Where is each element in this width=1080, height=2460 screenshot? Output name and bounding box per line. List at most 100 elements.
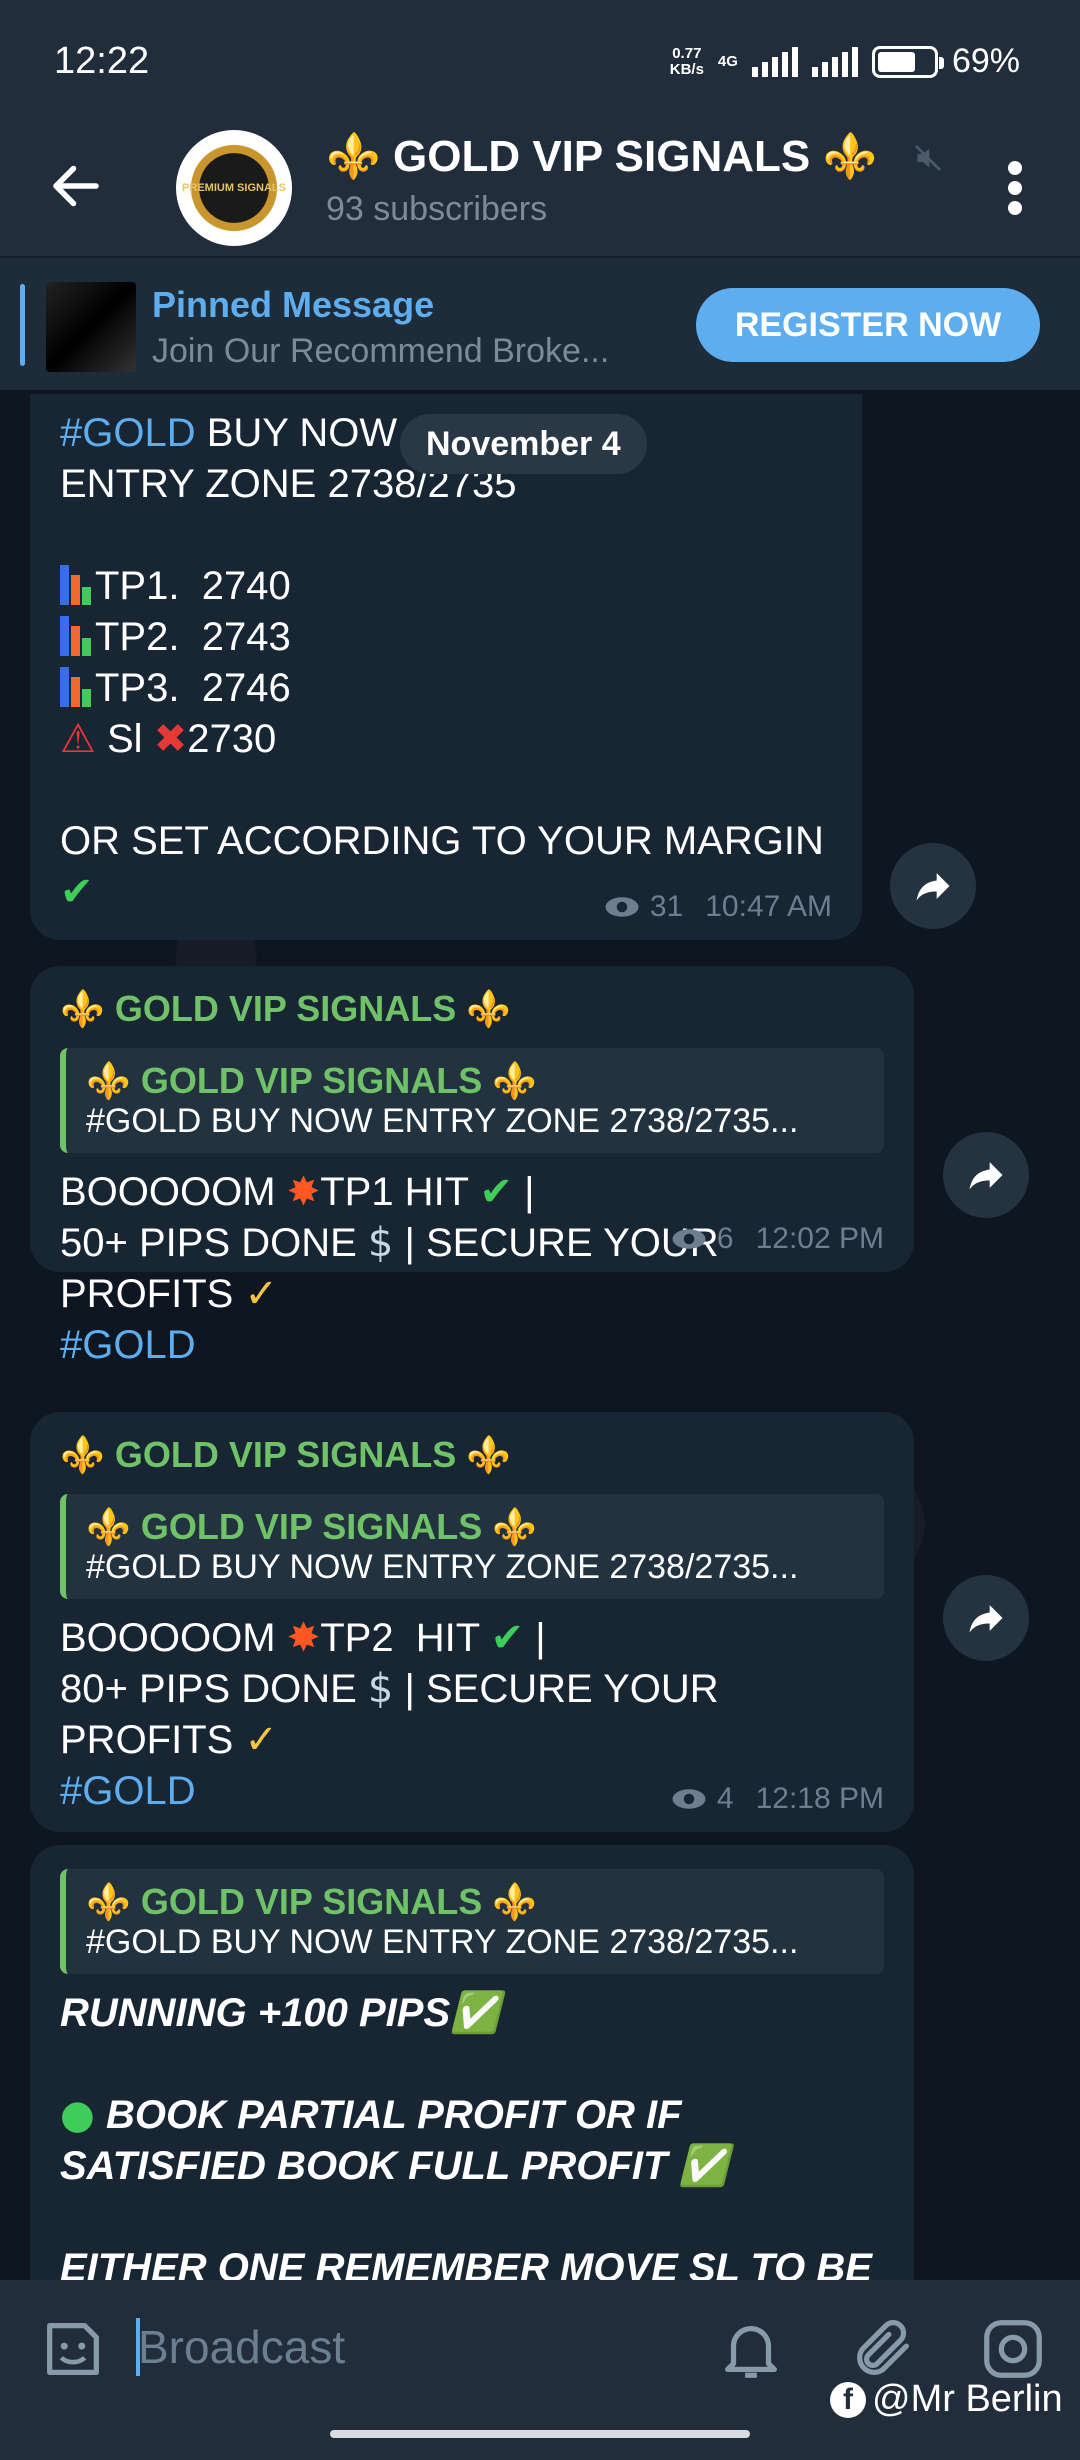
status-time: 12:22 <box>54 40 150 82</box>
green-circle-icon: ● <box>60 2092 95 2138</box>
text-span: PROFITS <box>60 1718 245 1762</box>
message-sender[interactable]: ⚜️ GOLD VIP SIGNALS ⚜️ <box>60 988 884 1030</box>
warning-icon: ⚠ <box>60 716 96 762</box>
message-meta: 6 12:02 PM <box>671 1222 884 1256</box>
pinned-thumbnail <box>46 282 136 372</box>
checkmark-icon: ✔ <box>479 1169 514 1215</box>
reply-quote[interactable]: ⚜️ GOLD VIP SIGNALS ⚜️ #GOLD BUY NOW ENT… <box>60 1048 884 1153</box>
message-bubble[interactable]: #GOLD BUY NOW ENTRY ZONE 2738/2735 TP1. … <box>30 394 862 940</box>
channel-title[interactable]: ⚜️ GOLD VIP SIGNALS ⚜️ <box>326 130 877 182</box>
register-now-button[interactable]: REGISTER NOW <box>696 288 1040 362</box>
checkmark-icon: ✔ <box>490 1615 525 1661</box>
text-span: 2730 <box>187 717 277 761</box>
view-count: 31 <box>649 890 684 923</box>
subscriber-count: 93 subscribers <box>326 190 548 228</box>
share-icon <box>969 1605 1003 1633</box>
reply-quote[interactable]: ⚜️ GOLD VIP SIGNALS ⚜️ #GOLD BUY NOW ENT… <box>60 1494 884 1599</box>
text-span: | <box>513 1170 535 1214</box>
explosion-icon: ✸ <box>286 1615 321 1661</box>
text-span: | <box>524 1616 546 1660</box>
attach-icon[interactable] <box>848 2314 918 2384</box>
camera-icon[interactable] <box>978 2314 1048 2384</box>
signal-icon-2 <box>811 46 858 77</box>
pinned-title: Pinned Message <box>152 284 435 325</box>
more-menu-icon[interactable] <box>1000 158 1030 218</box>
bell-icon[interactable] <box>716 2314 786 2384</box>
speed-unit: KB/s <box>669 60 704 78</box>
text-span: EITHER ONE REMEMBER MOVE SL TO BE <box>60 2246 872 2280</box>
text-span: TP3. 2746 <box>95 666 291 710</box>
check-mark-icon: ✓ <box>244 1271 278 1317</box>
quote-sender: ⚜️ GOLD VIP SIGNALS ⚜️ <box>86 1060 538 1101</box>
back-arrow-icon[interactable] <box>46 156 106 216</box>
check-box-icon: ✅ <box>678 2143 729 2189</box>
message-bubble[interactable]: ⚜️ GOLD VIP SIGNALS ⚜️ ⚜️ GOLD VIP SIGNA… <box>30 966 914 1367</box>
hashtag-link[interactable]: #GOLD <box>60 1323 196 1367</box>
message-bubble[interactable]: ⚜️ GOLD VIP SIGNALS ⚜️ ⚜️ GOLD VIP SIGNA… <box>30 1412 914 1832</box>
quote-text: #GOLD BUY NOW ENTRY ZONE 2738/2735... <box>86 1923 799 1961</box>
chart-emoji-icon <box>60 616 91 656</box>
message-time: 12:02 PM <box>755 1222 884 1255</box>
input-bar: Broadcast f @Mr Berlin <box>0 2280 1080 2460</box>
network-type: 4G <box>717 53 738 70</box>
chart-emoji-icon <box>60 667 91 707</box>
text-span: TP2 HIT <box>320 1616 491 1660</box>
message-text: #GOLD BUY NOW ENTRY ZONE 2738/2735 TP1. … <box>60 408 832 918</box>
text-span: TP1 HIT <box>320 1170 480 1214</box>
share-icon <box>969 1162 1003 1190</box>
message-input[interactable]: Broadcast <box>138 2320 345 2374</box>
channel-avatar[interactable]: PREMIUM SIGNALS <box>176 130 292 246</box>
share-button[interactable] <box>890 843 976 929</box>
hashtag-link[interactable]: #GOLD <box>60 411 196 455</box>
message-sender[interactable]: ⚜️ GOLD VIP SIGNALS ⚜️ <box>60 1434 884 1476</box>
home-indicator[interactable] <box>330 2430 750 2438</box>
muted-icon <box>915 145 941 171</box>
battery-percentage: 69% <box>951 42 1020 80</box>
share-button[interactable] <box>943 1132 1029 1218</box>
dollar-icon: $ <box>367 1666 394 1712</box>
watermark: f @Mr Berlin <box>830 2378 1063 2421</box>
dollar-icon: $ <box>367 1220 394 1266</box>
channel-header: PREMIUM SIGNALS ⚜️ GOLD VIP SIGNALS ⚜️ 9… <box>0 130 1080 256</box>
quote-sender: ⚜️ GOLD VIP SIGNALS ⚜️ <box>86 1506 538 1547</box>
text-span: | SECURE YOUR <box>393 1221 719 1265</box>
checkmark-icon: ✔ <box>60 869 94 915</box>
message-meta: 31 10:47 AM <box>604 890 832 924</box>
text-span: Sl <box>106 717 143 761</box>
message-time: 10:47 AM <box>705 890 832 923</box>
status-indicators: 0.77 KB/s 4G 69% <box>670 42 1020 81</box>
text-span: RUNNING +100 PIPS <box>60 1991 451 2035</box>
message-meta: 4 12:18 PM <box>671 1782 884 1816</box>
date-chip: November 4 <box>400 414 647 474</box>
text-span: BOOK PARTIAL PROFIT OR IF <box>106 2093 682 2137</box>
view-count: 6 <box>716 1222 734 1255</box>
check-box-icon: ✅ <box>450 1990 500 2036</box>
watermark-text: @Mr Berlin <box>872 2378 1063 2420</box>
views-icon <box>605 897 639 917</box>
quote-text: #GOLD BUY NOW ENTRY ZONE 2738/2735... <box>86 1548 799 1586</box>
pinned-text: Join Our Recommend Broke... <box>152 332 610 370</box>
view-count: 4 <box>716 1782 734 1815</box>
battery-icon <box>871 45 944 78</box>
text-span: BOOOOOM <box>60 1616 287 1660</box>
text-span: 50+ PIPS DONE <box>60 1221 368 1265</box>
message-text: BOOOOOM ✸TP1 HIT ✔ | 50+ PIPS DONE $ | S… <box>60 1167 884 1371</box>
message-bubble[interactable]: ⚜️ GOLD VIP SIGNALS ⚜️ #GOLD BUY NOW ENT… <box>30 1845 914 2280</box>
text-span: | SECURE YOUR <box>393 1667 719 1711</box>
emoji-sticker-icon[interactable] <box>38 2314 108 2384</box>
facebook-icon: f <box>830 2381 866 2418</box>
text-span: TP1. 2740 <box>95 564 291 608</box>
share-button[interactable] <box>943 1575 1029 1661</box>
chat-area[interactable]: #GOLD BUY NOW ENTRY ZONE 2738/2735 TP1. … <box>0 390 1080 2280</box>
text-span: PROFITS <box>60 1272 245 1316</box>
cross-icon: ✖ <box>153 716 188 762</box>
text-span: BUY NOW <box>195 411 398 455</box>
hashtag-link[interactable]: #GOLD <box>60 1769 196 1813</box>
reply-quote[interactable]: ⚜️ GOLD VIP SIGNALS ⚜️ #GOLD BUY NOW ENT… <box>60 1869 884 1974</box>
pinned-message-bar[interactable]: Pinned Message Join Our Recommend Broke.… <box>0 256 1080 390</box>
check-mark-icon: ✓ <box>244 1717 278 1763</box>
text-span: BOOOOOM <box>60 1170 287 1214</box>
message-text: RUNNING +100 PIPS✅ ● BOOK PARTIAL PROFIT… <box>60 1988 884 2280</box>
text-span: TP2. 2743 <box>95 615 291 659</box>
chart-emoji-icon <box>60 565 91 605</box>
